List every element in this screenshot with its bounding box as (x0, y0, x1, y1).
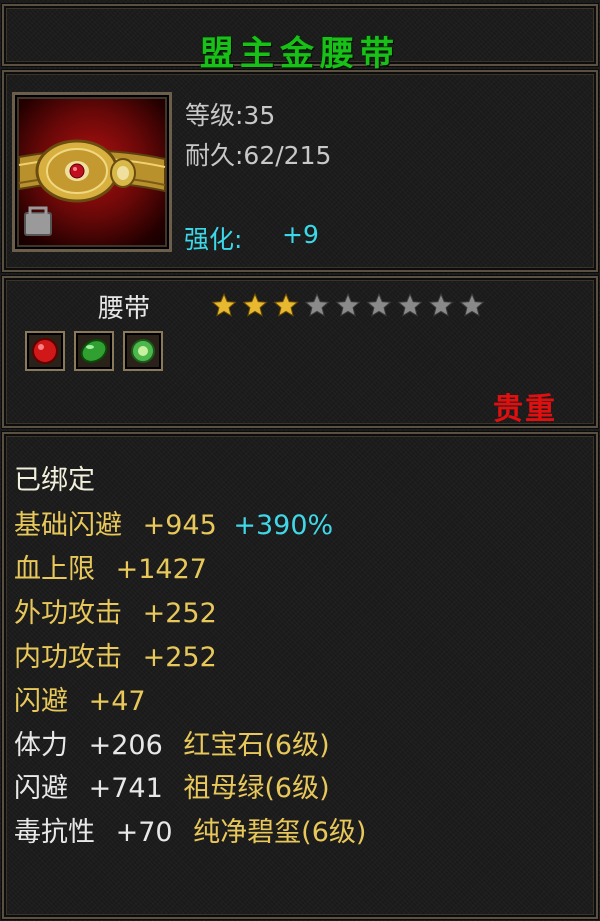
gem-stat-label: 毒抗性 (14, 817, 95, 848)
star-empty-icon (304, 292, 330, 317)
stat-label: 闪避 (14, 686, 68, 717)
gem-stat-value: +206 (88, 730, 163, 761)
star-empty-icon (335, 292, 361, 317)
gem-name: 纯净碧玺(6级) (193, 817, 367, 848)
stat-label: 内功攻击 (14, 642, 122, 673)
green-gem-icon (80, 339, 108, 363)
star-empty-icon (397, 292, 423, 317)
belt-icon (12, 92, 172, 252)
item-level: 等级:35 (185, 101, 276, 130)
gem-stat-value: +70 (115, 817, 173, 848)
stat-value: +252 (142, 598, 217, 629)
stat-value: +1427 (115, 554, 207, 585)
gem-name: 祖母绿(6级) (183, 773, 330, 804)
enhance-value: +9 (282, 220, 319, 249)
gem-stat-row: 闪避 +741 祖母绿(6级) (14, 766, 330, 805)
enhance-label: 强化: (184, 225, 243, 254)
rarity-label: 贵重 (493, 392, 557, 427)
stat-label: 血上限 (14, 554, 95, 585)
gem-name: 红宝石(6级) (183, 730, 330, 761)
star-filled-icon (273, 292, 299, 317)
stat-row: 内功攻击 +252 (14, 635, 217, 674)
star-empty-icon (459, 292, 485, 317)
stat-row: 外功攻击 +252 (14, 591, 217, 630)
gem-stat-value: +741 (88, 773, 163, 804)
item-category: 腰带 (98, 294, 151, 324)
star-filled-icon (242, 292, 268, 317)
star-rating (211, 292, 485, 317)
star-empty-icon (366, 292, 392, 317)
gem-stat-row: 毒抗性 +70 纯净碧玺(6级) (14, 810, 366, 849)
gem-stat-row: 体力 +206 红宝石(6级) (14, 723, 330, 762)
gem-slot-1[interactable] (25, 331, 65, 371)
stat-row: 闪避 +47 (14, 679, 146, 718)
item-tooltip-panel: 盟主金腰带 等级:35 耐久:62/215 强化: +9 腰带 贵重 已绑定 基… (0, 0, 600, 921)
jade-gem-icon (131, 339, 155, 363)
star-empty-icon (428, 292, 454, 317)
item-durability: 耐久:62/215 (185, 141, 332, 170)
gem-stat-label: 体力 (14, 730, 68, 761)
stat-row: 血上限 +1427 (14, 547, 207, 586)
stat-label: 基础闪避 (14, 510, 122, 541)
gem-slot-2[interactable] (74, 331, 114, 371)
stat-value: +945 (142, 510, 217, 541)
gem-stat-label: 闪避 (14, 773, 68, 804)
bound-status: 已绑定 (14, 465, 95, 496)
stat-row: 基础闪避 +945 +390% (14, 503, 333, 542)
stat-extra: +390% (233, 510, 334, 541)
stat-value: +252 (142, 642, 217, 673)
item-name: 盟主金腰带 (200, 34, 400, 74)
stat-label: 外功攻击 (14, 598, 122, 629)
gem-slot-3[interactable] (123, 331, 163, 371)
star-filled-icon (211, 292, 237, 317)
stat-value: +47 (88, 686, 146, 717)
red-gem-icon (32, 338, 58, 364)
